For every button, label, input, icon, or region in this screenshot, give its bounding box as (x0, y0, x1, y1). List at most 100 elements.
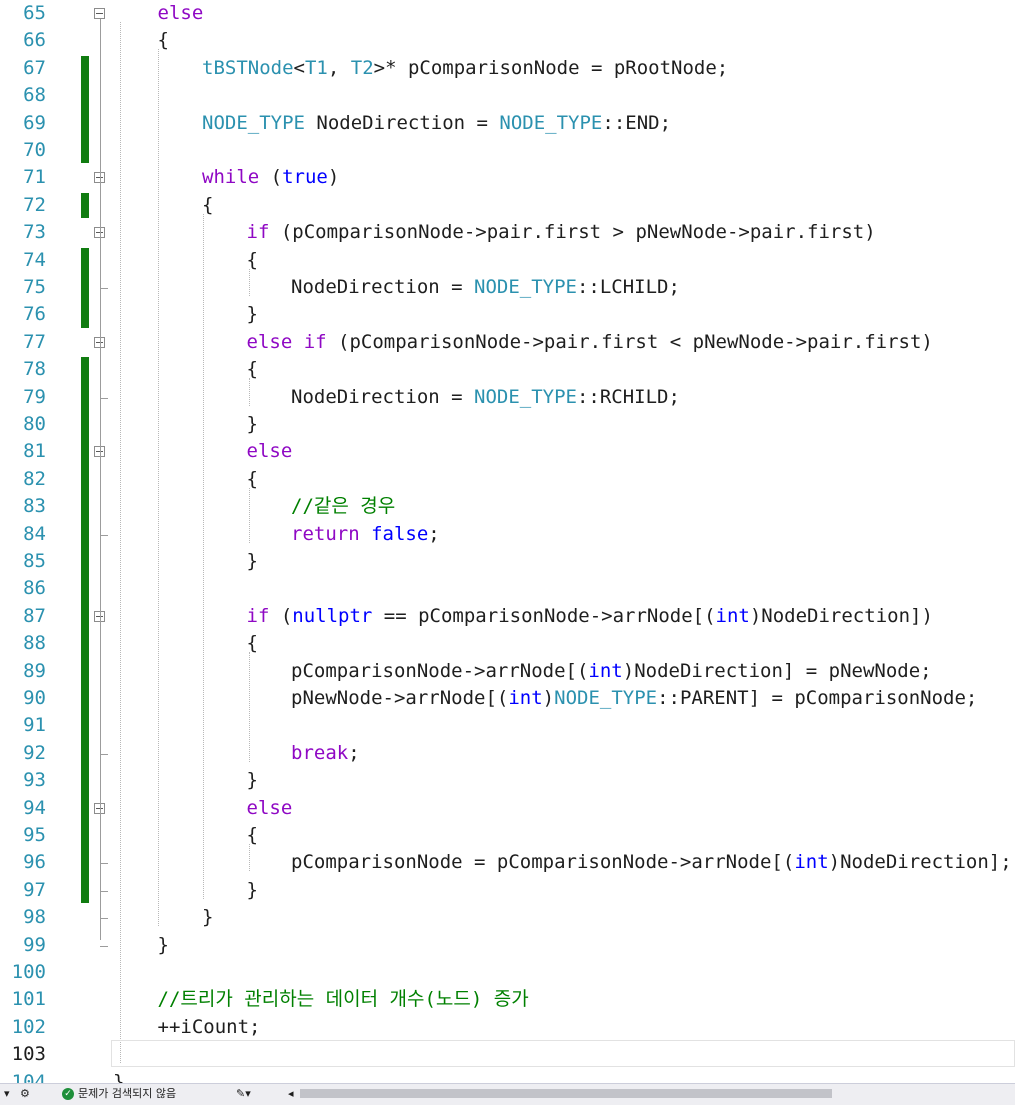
collapse-toggle-icon[interactable] (94, 8, 105, 19)
zoom-dropdown[interactable]: ▾ (4, 1084, 10, 1104)
code-line[interactable]: 66 { (0, 27, 1015, 54)
code-token: NODE_TYPE (474, 385, 577, 408)
code-token: //같은 경우 (291, 495, 396, 518)
code-token: ) (542, 687, 555, 709)
current-line-highlight (111, 1040, 1015, 1067)
indent-guide (249, 652, 250, 762)
fold-connector-line (100, 19, 101, 940)
code-line[interactable]: 93} (0, 767, 1015, 794)
arrow-left-icon: ◂ (288, 1087, 294, 1100)
code-line[interactable]: 74 { (0, 247, 1015, 274)
code-token: )NodeDirection]; (828, 851, 1012, 874)
intellicode-icon[interactable]: ⚙ (20, 1084, 30, 1104)
indent-guide (249, 378, 250, 406)
code-text: break; (291, 740, 360, 767)
code-line[interactable]: 94 else (0, 795, 1015, 822)
line-number: 78 (23, 358, 46, 381)
code-line[interactable]: 78 { (0, 356, 1015, 383)
code-line[interactable]: 97} (0, 877, 1015, 904)
code-line[interactable]: 90 pNewNode->arrNode[(int)NODE_TYPE::PARE… (0, 685, 1015, 712)
code-token: NODE_TYPE (474, 276, 577, 298)
code-token: NodeDirection = (291, 385, 475, 408)
code-token: } (246, 550, 258, 572)
line-number: 74 (23, 248, 46, 271)
code-line[interactable]: 80} (0, 411, 1015, 438)
code-line[interactable]: 67 tBSTNode<T1, T2>* pComparisonNode = pR… (0, 55, 1015, 82)
code-token: else (246, 796, 293, 819)
code-line[interactable]: 100 (0, 959, 1015, 986)
code-token: if (246, 221, 270, 244)
change-indicator-bar (81, 192, 89, 219)
code-line[interactable]: 82 { (0, 466, 1015, 493)
code-line[interactable]: 77 else if (pComparisonNode->pair.first <… (0, 329, 1015, 356)
code-token: int (715, 604, 750, 627)
code-token: )NodeDirection]) (749, 604, 933, 627)
code-line[interactable]: 84 return false; (0, 521, 1015, 548)
code-token: int (508, 687, 543, 709)
code-line[interactable]: 70 (0, 137, 1015, 164)
code-token: } (246, 303, 258, 326)
code-token: ( (269, 604, 293, 627)
code-line[interactable]: 89 pComparisonNode->arrNode[(int)NodeDire… (0, 658, 1015, 685)
fold-end-tick (100, 288, 108, 289)
code-token: { (246, 248, 258, 271)
horizontal-scrollbar[interactable] (300, 1089, 832, 1098)
code-text: NodeDirection = NODE_TYPE::LCHILD; (291, 274, 680, 301)
code-token: NodeDirection = (291, 276, 475, 298)
code-line[interactable]: 98} (0, 904, 1015, 931)
code-line[interactable]: 95 { (0, 822, 1015, 849)
code-line[interactable]: 88 { (0, 630, 1015, 657)
code-line[interactable]: 68 (0, 82, 1015, 109)
code-line[interactable]: 73 if (pComparisonNode->pair.first > pNew… (0, 219, 1015, 246)
code-token: >* pComparisonNode = pRootNode; (373, 56, 729, 79)
line-number: 90 (23, 687, 46, 709)
code-line[interactable]: 96 pComparisonNode = pComparisonNode->arr… (0, 849, 1015, 876)
brush-icon: ✎ (236, 1087, 246, 1100)
line-number: 71 (23, 166, 46, 189)
code-token: ; (348, 741, 360, 764)
code-line[interactable]: 92 break; (0, 740, 1015, 767)
line-number: 87 (23, 604, 46, 627)
line-number: 79 (23, 385, 46, 408)
line-number: 94 (23, 796, 46, 819)
code-text: } (247, 877, 258, 904)
code-line[interactable]: 65 else (0, 0, 1015, 27)
indent-guide (249, 844, 250, 872)
code-line[interactable]: 87 if (nullptr == pComparisonNode->arrNod… (0, 603, 1015, 630)
code-line[interactable]: 75 NodeDirection = NODE_TYPE::LCHILD; (0, 274, 1015, 301)
code-line[interactable]: 83 //같은 경우 (0, 493, 1015, 520)
cleanup-button[interactable]: ✎▾ (236, 1084, 251, 1104)
scroll-left-button[interactable]: ◂ (288, 1084, 294, 1104)
code-line[interactable]: 81 else (0, 438, 1015, 465)
line-number: 99 (23, 933, 46, 956)
line-number: 67 (23, 56, 46, 79)
code-editor[interactable]: 65 else 66 {67 tBSTNode<T1, T2>* pComparison… (0, 0, 1015, 1083)
issues-indicator[interactable]: ✓ 문제가 검색되지 않음 (62, 1084, 176, 1104)
code-token: } (113, 1070, 125, 1083)
line-number: 95 (23, 824, 46, 846)
code-token: (pComparisonNode->pair.first > pNewNode-… (269, 221, 876, 244)
code-line[interactable]: 85} (0, 548, 1015, 575)
fold-end-tick (100, 890, 108, 892)
code-line[interactable]: 72 { (0, 192, 1015, 219)
code-line[interactable]: 79 NodeDirection = NODE_TYPE::RCHILD; (0, 384, 1015, 411)
line-number: 72 (23, 193, 46, 216)
check-circle-icon: ✓ (62, 1088, 74, 1100)
code-text: NodeDirection = NODE_TYPE::RCHILD; (291, 384, 680, 411)
code-line[interactable]: 104} (0, 1069, 1015, 1083)
code-line[interactable]: 71 while (true) (0, 164, 1015, 191)
code-line[interactable]: 102 ++iCount; (0, 1014, 1015, 1041)
code-text: if (pComparisonNode->pair.first > pNewNo… (247, 219, 876, 246)
line-number: 82 (23, 467, 46, 490)
line-number: 84 (23, 522, 46, 545)
code-line[interactable]: 101 //트리가 관리하는 데이터 개수(노드) 증가 (0, 986, 1015, 1013)
code-line[interactable]: 76} (0, 301, 1015, 328)
code-line[interactable]: 69 NODE_TYPE NodeDirection = NODE_TYPE::E… (0, 110, 1015, 137)
indent-guide (120, 22, 121, 1064)
code-line[interactable]: 91 (0, 712, 1015, 739)
code-text: NODE_TYPE NodeDirection = NODE_TYPE::END… (202, 110, 671, 137)
code-line[interactable]: 99} (0, 932, 1015, 959)
line-number: 91 (23, 714, 46, 737)
code-line[interactable]: 86 (0, 575, 1015, 602)
